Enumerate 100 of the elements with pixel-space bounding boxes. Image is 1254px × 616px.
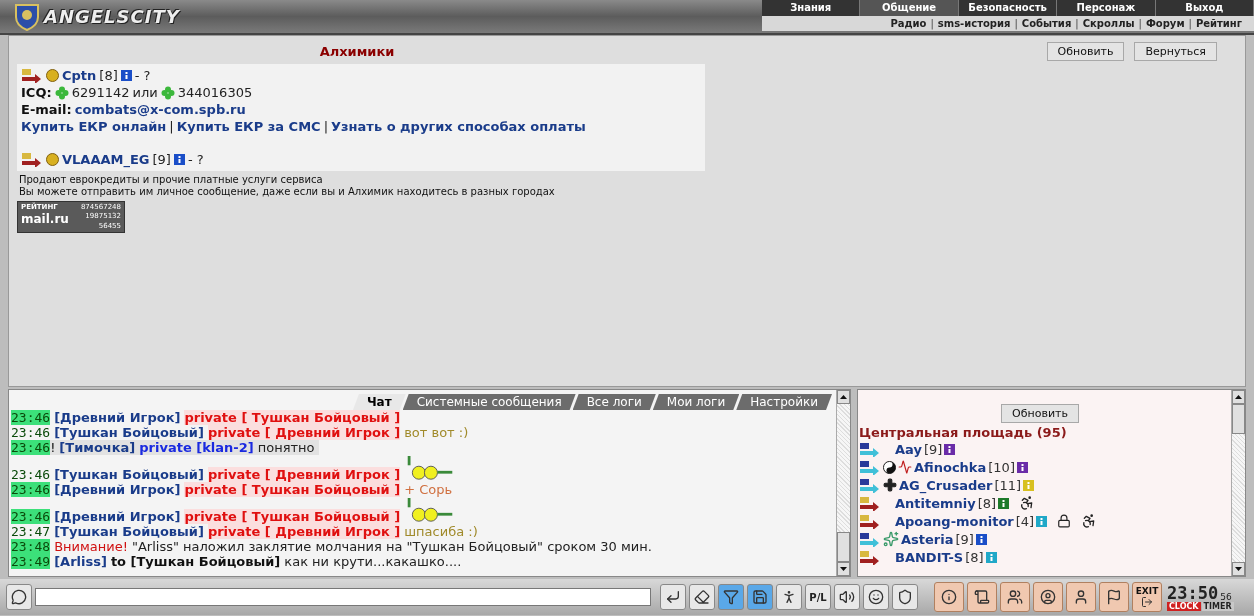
scroll-thumb[interactable] [1232, 404, 1245, 434]
envelope-arrow-icon[interactable] [859, 459, 881, 475]
submenu-link[interactable]: События [1021, 18, 1072, 29]
sender-name[interactable]: [Тушкан Бойцовый] [54, 524, 204, 539]
player-name[interactable]: VLAAAM_EG [62, 152, 150, 167]
scroll-thumb[interactable] [837, 532, 850, 562]
email-link[interactable]: combats@x-com.spb.ru [74, 102, 246, 117]
toolbar-button[interactable] [660, 584, 686, 610]
player-name[interactable]: BANDIT-S [895, 549, 964, 565]
envelope-arrow-icon[interactable] [859, 441, 881, 457]
player-level: [8] [965, 549, 984, 565]
player-name[interactable]: Apoang-monitor [895, 513, 1014, 529]
scrollbar[interactable] [1231, 390, 1245, 576]
toolbar-button[interactable] [834, 584, 860, 610]
separator: | [930, 18, 934, 29]
action-icon-button[interactable] [1099, 582, 1129, 612]
users-icon [1007, 589, 1023, 605]
up-arrow-icon[interactable] [1235, 395, 1242, 399]
player-name[interactable]: Aay [895, 441, 922, 457]
action-icon-button[interactable]: EXIT [1132, 582, 1162, 612]
payment-link[interactable]: Купить ЕКР онлайн [21, 119, 167, 134]
submenu-link[interactable]: Рейтинг [1195, 18, 1242, 29]
refresh-button[interactable]: Обновить [1001, 404, 1079, 423]
chat-tab[interactable]: Мои логи [652, 394, 740, 410]
action-icon-button[interactable] [1033, 582, 1063, 612]
sender-name[interactable]: [Древний Игрок] [54, 410, 181, 425]
submenu-link[interactable]: Радио [890, 18, 927, 29]
envelope-arrow-icon[interactable] [21, 152, 43, 167]
scrollbar[interactable] [836, 390, 850, 576]
info-icon[interactable] [1016, 461, 1028, 473]
action-icon-button[interactable] [967, 582, 997, 612]
submenu-link[interactable]: Скроллы [1082, 18, 1135, 29]
icq-label: ICQ: [21, 85, 52, 100]
info-icon[interactable] [173, 154, 185, 165]
toolbar-button[interactable] [689, 584, 715, 610]
payment-link[interactable]: Купить ЕКР за СМС [176, 119, 321, 134]
toolbar-button[interactable] [718, 584, 744, 610]
recipient-label[interactable]: private [ Древний Игрок ] [207, 425, 401, 440]
recipient-label[interactable]: private [ Тушкан Бойцовый ] [184, 410, 401, 425]
action-icon-button[interactable] [1066, 582, 1096, 612]
info-icon[interactable] [998, 497, 1010, 509]
message-time: 23:48 [11, 539, 51, 554]
info-icon[interactable] [944, 443, 956, 455]
save-icon [752, 589, 768, 605]
down-arrow-icon[interactable] [840, 567, 847, 571]
sender-name[interactable]: [Тушкан Бойцовый] [54, 467, 204, 482]
envelope-arrow-icon[interactable] [859, 495, 881, 511]
toolbar-button[interactable] [892, 584, 918, 610]
toolbar-button[interactable] [776, 584, 802, 610]
envelope-arrow-icon[interactable] [21, 68, 43, 83]
voice-button[interactable] [6, 584, 32, 610]
toolbar-button[interactable] [863, 584, 889, 610]
toolbar-button[interactable] [747, 584, 773, 610]
player-name[interactable]: Cptn [62, 68, 97, 83]
up-arrow-icon[interactable] [840, 395, 847, 399]
action-icon-button[interactable] [934, 582, 964, 612]
sender-name[interactable]: [Arliss] [54, 554, 107, 569]
clock-mode-tab[interactable]: TIMER [1201, 601, 1234, 611]
envelope-arrow-icon[interactable] [859, 531, 881, 547]
message-input[interactable] [35, 588, 651, 606]
recipient-label[interactable]: private [ Тушкан Бойцовый ] [184, 509, 401, 524]
chat-tab[interactable]: Все логи [572, 394, 656, 410]
message-text: "Arliss" наложил заклятие молчания на "Тушкан Бойцовый" сроком 30 мин. [131, 539, 652, 554]
submenu-link[interactable]: sms-история [937, 18, 1011, 29]
page-title: Алхимики [318, 43, 396, 59]
sender-name[interactable]: [Тимочка] [59, 440, 136, 455]
player-name[interactable]: AG_Crusader [899, 477, 993, 493]
submenu-link[interactable]: Форум [1145, 18, 1185, 29]
sender-name[interactable]: [Древний Игрок] [54, 482, 181, 497]
recipient-label[interactable]: to [Тушкан Бойцовый] [110, 554, 281, 569]
recipient-label[interactable]: private [ Древний Игрок ] [207, 467, 401, 482]
player-name[interactable]: Afinochka [914, 459, 987, 475]
recipient-label[interactable]: private [ Древний Игрок ] [207, 524, 401, 539]
yin-yang-icon [883, 460, 896, 474]
envelope-arrow-icon[interactable] [859, 513, 881, 529]
toolbar-button[interactable]: P/L [805, 584, 831, 610]
envelope-arrow-icon[interactable] [859, 549, 881, 565]
chat-tab[interactable]: Системные сообщения [402, 394, 576, 410]
down-arrow-icon[interactable] [1235, 567, 1242, 571]
action-button[interactable]: Обновить [1046, 42, 1125, 61]
action-icon-button[interactable] [1000, 582, 1030, 612]
sender-name[interactable]: [Тушкан Бойцовый] [54, 425, 204, 440]
player-level: [9] [152, 152, 171, 167]
info-icon[interactable] [120, 70, 132, 81]
recipient-label[interactable]: private [klan-2] [139, 440, 254, 455]
flag-mark: ! [50, 440, 56, 455]
sender-name[interactable]: [Древний Игрок] [54, 509, 181, 524]
chat-tab[interactable]: Чат [352, 394, 406, 410]
enter-icon [665, 589, 681, 605]
player-name[interactable]: Antitemniy [895, 495, 976, 511]
player-name[interactable]: Asteria [901, 531, 954, 547]
message-time: 23:46 [11, 509, 51, 524]
action-button[interactable]: Вернуться [1134, 42, 1217, 61]
chat-tab[interactable]: Настройки [736, 394, 832, 410]
payment-link[interactable]: Узнать о других способах оплаты [331, 119, 586, 134]
envelope-arrow-icon[interactable] [859, 477, 881, 493]
recipient-label[interactable]: private [ Тушкан Бойцовый ] [184, 482, 401, 497]
clock-mode-tab[interactable]: CLOCK [1167, 601, 1201, 611]
info-icon[interactable] [975, 533, 987, 545]
menu-tab[interactable]: Общение [860, 0, 959, 16]
